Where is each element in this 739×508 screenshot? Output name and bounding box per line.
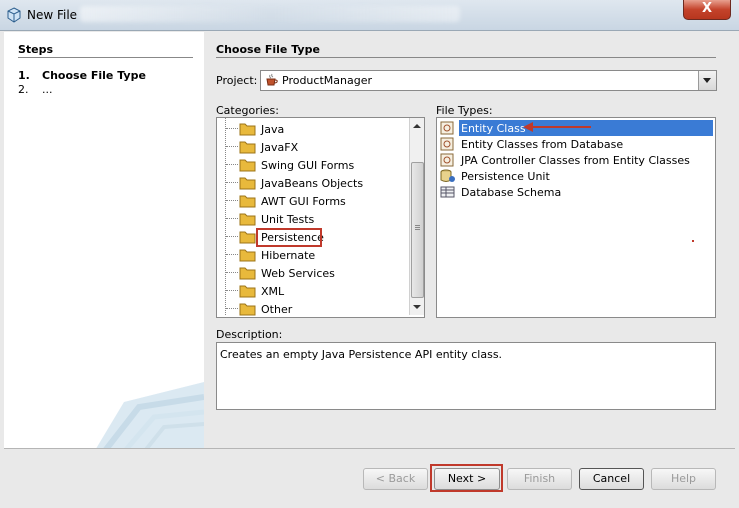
- netbeans-cube-icon: [6, 7, 22, 26]
- file-type-label: Persistence Unit: [461, 170, 550, 183]
- window-title: New File: [27, 8, 78, 22]
- project-combobox[interactable]: ProductManager: [260, 70, 717, 91]
- tree-item[interactable]: XML: [217, 282, 407, 300]
- page-title: Choose File Type: [216, 43, 320, 56]
- step-item: 1. Choose File Type: [18, 69, 146, 82]
- back-button[interactable]: < Back: [363, 468, 428, 490]
- scroll-down-icon[interactable]: [413, 305, 421, 309]
- scroll-up-icon[interactable]: [413, 124, 421, 128]
- next-annotation-box: [430, 464, 503, 492]
- file-type-item[interactable]: Entity Classes from Database: [437, 136, 713, 152]
- step-number: 1.: [18, 69, 30, 82]
- description-label: Description:: [216, 328, 283, 341]
- categories-scrollbar[interactable]: [409, 118, 424, 315]
- file-type-label: Database Schema: [461, 186, 562, 199]
- category-label: XML: [261, 285, 285, 298]
- file-type-item[interactable]: Persistence Unit: [437, 168, 713, 184]
- steps-heading: Steps: [18, 43, 54, 56]
- file-type-label: JPA Controller Classes from Entity Class…: [461, 154, 690, 167]
- title-bar: New File X: [0, 0, 739, 31]
- category-label: Java: [261, 123, 285, 136]
- tree-item[interactable]: Swing GUI Forms: [217, 156, 407, 174]
- close-button[interactable]: X: [683, 0, 731, 20]
- main-divider: [216, 57, 716, 58]
- tree-item[interactable]: Unit Tests: [217, 210, 407, 228]
- help-button[interactable]: Help: [651, 468, 716, 490]
- annotation-arrow-icon: [523, 122, 591, 132]
- steps-panel: Steps 1. Choose File Type 2....: [4, 32, 204, 448]
- folder-icon: [239, 301, 257, 320]
- step-number: 2.: [18, 83, 29, 96]
- database-schema-icon: [440, 185, 456, 202]
- tree-item[interactable]: JavaFX: [217, 138, 407, 156]
- file-type-item[interactable]: JPA Controller Classes from Entity Class…: [437, 152, 713, 168]
- step-item: 2....: [18, 83, 53, 96]
- file-types-list[interactable]: Entity Class Entity Classes from Databas…: [436, 117, 716, 318]
- tree-item[interactable]: JavaBeans Objects: [217, 174, 407, 192]
- category-label: JavaBeans Objects: [261, 177, 364, 190]
- tree-item[interactable]: AWT GUI Forms: [217, 192, 407, 210]
- button-bar-divider: [4, 448, 735, 449]
- file-type-label: Entity Classes from Database: [461, 138, 624, 151]
- tree-item[interactable]: Java: [217, 120, 407, 138]
- category-label: Unit Tests: [261, 213, 315, 226]
- description-text: Creates an empty Java Persistence API en…: [220, 348, 503, 361]
- file-type-item[interactable]: Database Schema: [437, 184, 713, 200]
- file-types-label: File Types:: [436, 104, 493, 117]
- category-label: Swing GUI Forms: [261, 159, 355, 172]
- annotation-dot: [692, 240, 694, 242]
- project-label: Project:: [216, 74, 258, 87]
- scroll-thumb[interactable]: [411, 162, 424, 298]
- category-label: Web Services: [261, 267, 335, 280]
- category-label: JavaFX: [261, 141, 299, 154]
- step-label: ...: [42, 83, 53, 96]
- categories-label: Categories:: [216, 104, 279, 117]
- tree-item[interactable]: Other: [217, 300, 407, 318]
- chevron-down-icon[interactable]: [698, 71, 716, 90]
- decorative-graphic: [96, 382, 204, 448]
- description-area: Creates an empty Java Persistence API en…: [216, 342, 716, 410]
- java-cup-icon: [265, 73, 279, 90]
- tree-item[interactable]: Hibernate: [217, 246, 407, 264]
- project-value: ProductManager: [282, 74, 372, 87]
- category-label: Hibernate: [261, 249, 316, 262]
- finish-button[interactable]: Finish: [507, 468, 572, 490]
- category-label: Other: [261, 303, 293, 316]
- file-type-label: Entity Class: [459, 122, 528, 135]
- categories-tree[interactable]: Java JavaFX Swing GUI Forms JavaBeans Ob…: [216, 117, 425, 318]
- cancel-button[interactable]: Cancel: [579, 468, 644, 490]
- step-label: Choose File Type: [42, 69, 146, 82]
- title-bar-glass: [80, 6, 460, 22]
- tree-item[interactable]: Web Services: [217, 264, 407, 282]
- persistence-annotation-box: [256, 228, 322, 247]
- category-label: AWT GUI Forms: [261, 195, 346, 208]
- steps-divider: [18, 57, 193, 58]
